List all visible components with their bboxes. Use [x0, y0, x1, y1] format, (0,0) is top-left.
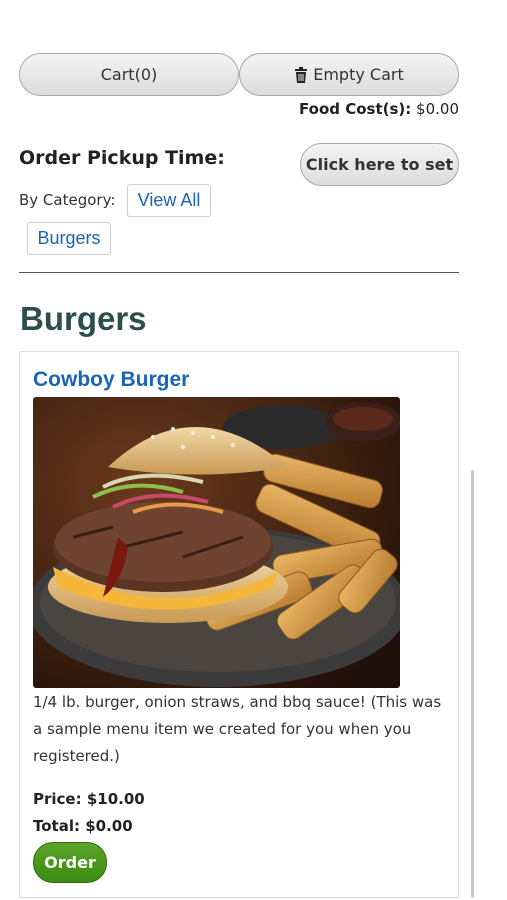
section-title: Burgers — [20, 300, 147, 337]
cart-button-label: Cart(0) — [100, 65, 158, 84]
menu-item-description: 1/4 lb. burger, onion straws, and bbq sa… — [33, 693, 442, 765]
category-burgers[interactable]: Burgers — [27, 222, 111, 255]
menu-item-photo — [33, 397, 400, 688]
set-pickup-time-button[interactable]: Click here to set — [300, 143, 459, 186]
trash-icon — [295, 66, 308, 83]
cart-button[interactable]: Cart(0) — [19, 53, 239, 96]
menu-item-name[interactable]: Cowboy Burger — [33, 368, 189, 392]
food-cost-label: Food Cost(s): — [299, 100, 412, 118]
set-pickup-time-label: Click here to set — [305, 155, 454, 174]
divider — [19, 272, 459, 273]
empty-cart-button[interactable]: Empty Cart — [239, 53, 459, 96]
scrollbar[interactable] — [471, 470, 474, 898]
pickup-time-title: Order Pickup Time: — [19, 147, 225, 169]
category-view-all[interactable]: View All — [127, 184, 211, 217]
menu-item-total: Total: $0.00 — [33, 817, 133, 835]
food-cost-value: $0.00 — [416, 100, 459, 118]
category-filter-label: By Category: — [19, 191, 116, 209]
food-cost: Food Cost(s): $0.00 — [299, 100, 459, 118]
menu-item-price: Price: $10.00 — [33, 790, 145, 808]
empty-cart-label: Empty Cart — [313, 65, 404, 84]
order-button[interactable]: Order — [33, 842, 107, 883]
